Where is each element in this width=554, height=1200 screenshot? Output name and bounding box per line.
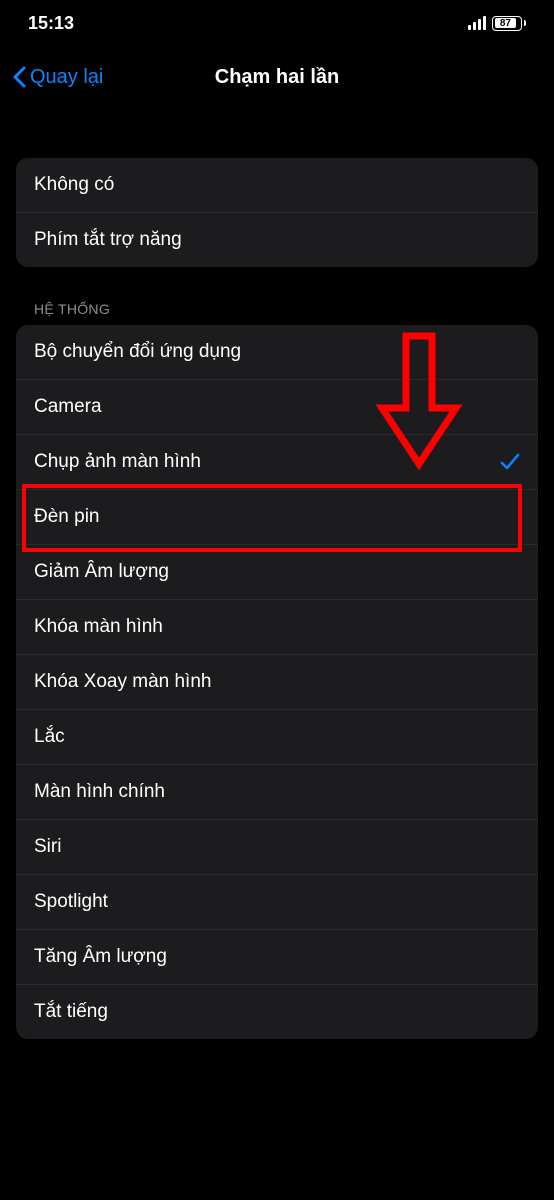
status-right: 87 [468,16,526,31]
chevron-left-icon [12,66,26,88]
option-screenshot[interactable]: Chụp ảnh màn hình [16,434,538,489]
option-mute[interactable]: Tắt tiếng [16,984,538,1039]
row-label: Camera [34,396,102,418]
row-label: Lắc [34,726,65,748]
row-label: Không có [34,174,114,196]
option-app-switcher[interactable]: Bộ chuyển đổi ứng dụng [16,325,538,379]
row-label: Đèn pin [34,506,100,528]
row-label: Chụp ảnh màn hình [34,451,201,473]
option-spotlight[interactable]: Spotlight [16,874,538,929]
option-volume-up[interactable]: Tăng Âm lượng [16,929,538,984]
option-shake[interactable]: Lắc [16,709,538,764]
option-camera[interactable]: Camera [16,379,538,434]
group-system: Bộ chuyển đổi ứng dụng Camera Chụp ảnh m… [16,325,538,1039]
option-siri[interactable]: Siri [16,819,538,874]
page-title: Chạm hai lần [215,66,339,89]
option-lock-screen[interactable]: Khóa màn hình [16,599,538,654]
row-label: Spotlight [34,891,108,913]
status-time: 15:13 [28,13,74,34]
option-home[interactable]: Màn hình chính [16,764,538,819]
group-top: Không có Phím tắt trợ năng [16,158,538,267]
battery-icon: 87 [492,16,526,31]
nav-bar: Quay lại Chạm hai lần [0,52,554,102]
row-label: Khóa Xoay màn hình [34,671,211,693]
row-label: Phím tắt trợ năng [34,229,182,251]
row-label: Tăng Âm lượng [34,946,167,968]
status-bar: 15:13 87 [0,0,554,46]
option-rotation-lock[interactable]: Khóa Xoay màn hình [16,654,538,709]
row-label: Tắt tiếng [34,1001,108,1023]
checkmark-icon [500,453,520,471]
cellular-signal-icon [468,16,486,30]
option-volume-down[interactable]: Giảm Âm lượng [16,544,538,599]
row-label: Giảm Âm lượng [34,561,169,583]
row-label: Bộ chuyển đổi ứng dụng [34,341,241,363]
option-flashlight[interactable]: Đèn pin [16,489,538,544]
back-button[interactable]: Quay lại [12,66,103,89]
row-label: Màn hình chính [34,781,165,803]
row-label: Siri [34,836,61,858]
section-header-system: HỆ THỐNG [16,267,538,325]
row-label: Khóa màn hình [34,616,163,638]
option-none[interactable]: Không có [16,158,538,212]
back-label: Quay lại [30,66,103,89]
option-accessibility-shortcut[interactable]: Phím tắt trợ năng [16,212,538,267]
